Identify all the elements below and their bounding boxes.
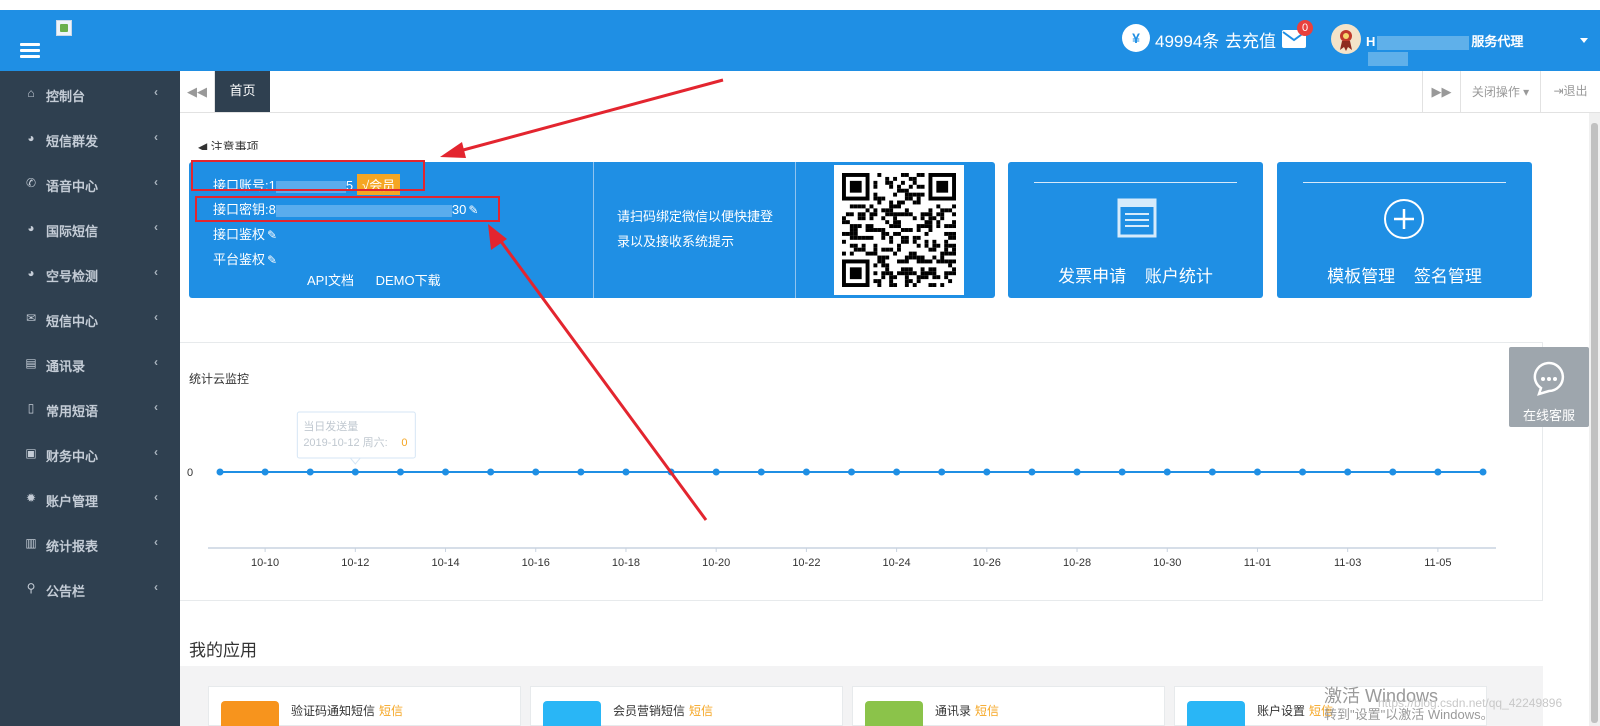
app-name-row: 通讯录 短信	[935, 702, 999, 719]
online-service-button[interactable]: 在线客服	[1509, 347, 1589, 427]
online-service-label: 在线客服	[1522, 408, 1575, 423]
scrollbar-thumb[interactable]	[1591, 123, 1598, 723]
windows-activation-hint: 转到"设置"以激活 Windows。	[1324, 707, 1494, 722]
app-name-row: 账户设置 短信	[1257, 702, 1333, 719]
my-apps-title: 我的应用	[189, 641, 257, 660]
annotation-arrows	[440, 78, 724, 521]
app-name: 账户设置	[1257, 704, 1306, 718]
app-name-row: 验证码通知短信 短信	[291, 702, 403, 719]
app-icon	[543, 701, 601, 726]
app-tag: 短信	[689, 704, 714, 718]
app-name: 通讯录	[935, 704, 972, 718]
app-tile[interactable]: 通讯录 短信	[852, 686, 1165, 726]
app-tag: 短信	[379, 704, 404, 718]
app-tag: 短信	[975, 704, 1000, 718]
chat-bubble-icon	[1533, 361, 1565, 396]
app-tile[interactable]: 验证码通知短信 短信	[208, 686, 521, 726]
app-icon	[1187, 701, 1245, 726]
app-icon	[221, 701, 279, 726]
app-tile[interactable]: 会员营销短信 短信	[530, 686, 843, 726]
app-name-row: 会员营销短信 短信	[613, 702, 713, 719]
app-name: 会员营销短信	[613, 704, 686, 718]
app-name: 验证码通知短信	[291, 704, 376, 718]
app-icon	[865, 701, 923, 726]
page-scrollbar[interactable]	[1589, 113, 1600, 726]
